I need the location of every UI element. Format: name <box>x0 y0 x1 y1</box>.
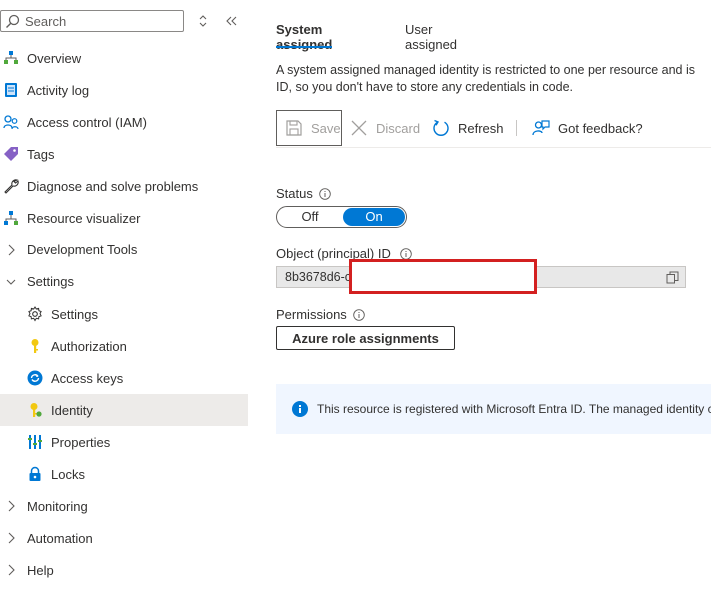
refresh-button[interactable]: Refresh <box>432 110 504 146</box>
nav-label: Development Tools <box>27 241 138 257</box>
access-control-icon <box>3 115 19 130</box>
properties-icon <box>28 435 42 449</box>
nav-label: Access control (IAM) <box>27 114 147 130</box>
description: A system assigned managed identity is re… <box>276 62 711 96</box>
close-icon <box>351 120 367 136</box>
wrench-icon <box>4 179 19 194</box>
nav-item-locks[interactable]: Locks <box>0 458 248 490</box>
nav-label: Resource visualizer <box>27 210 141 226</box>
save-icon <box>286 120 302 136</box>
status-label-row: Status <box>276 186 331 201</box>
nav-label: Settings <box>51 306 98 322</box>
nav-label: Monitoring <box>27 498 88 514</box>
refresh-label: Refresh <box>458 120 504 136</box>
discard-button[interactable]: Discard <box>350 110 420 146</box>
redaction-box <box>349 259 537 294</box>
info-icon[interactable] <box>400 247 412 260</box>
nav-group-automation[interactable]: Automation <box>0 522 248 554</box>
nav-label: Properties <box>51 434 111 450</box>
feedback-button[interactable]: Got feedback? <box>532 110 643 146</box>
nav-item-authorization[interactable]: Authorization <box>0 330 248 362</box>
key-icon <box>31 339 39 353</box>
nav-item-access-keys[interactable]: Access keys <box>0 362 248 394</box>
info-icon[interactable] <box>353 308 365 321</box>
identity-key-icon <box>30 403 42 417</box>
feedback-icon <box>532 120 550 136</box>
nav-group-monitoring[interactable]: Monitoring <box>0 490 248 522</box>
nav-group-help[interactable]: Help <box>0 554 248 586</box>
nav-label: Identity <box>51 402 93 418</box>
search-box[interactable] <box>0 10 184 32</box>
nav-label: Tags <box>27 146 55 162</box>
nav-label: Overview <box>27 50 82 66</box>
access-keys-icon <box>27 370 43 386</box>
nav-item-tags[interactable]: Tags <box>0 138 248 170</box>
nav-label: Access keys <box>51 370 124 386</box>
chevron-right-icon <box>8 244 15 256</box>
info-icon <box>292 401 308 417</box>
navigation-menu: Overview Activity log Access control (IA… <box>0 42 248 586</box>
nav-label: Locks <box>51 466 85 482</box>
nav-item-properties[interactable]: Properties <box>0 426 248 458</box>
collapse-sidebar-icon[interactable] <box>222 11 242 31</box>
identity-pane: System assigned User assigned A system a… <box>276 0 711 610</box>
collapse-expand-icon[interactable] <box>193 11 213 31</box>
status-on-option[interactable]: On <box>343 208 405 226</box>
chevron-right-icon <box>8 564 15 576</box>
azure-role-assignments-button[interactable]: Azure role assignments <box>276 326 455 350</box>
permissions-label: Permissions <box>276 307 347 322</box>
save-label: Save <box>311 120 341 136</box>
nav-label: Automation <box>27 530 93 546</box>
description-line: ID, so you don't have to store any crede… <box>276 80 574 94</box>
nav-label: Activity log <box>27 82 90 98</box>
description-line: A system assigned managed identity is re… <box>276 63 695 77</box>
lock-icon <box>29 466 41 481</box>
search-icon <box>6 14 20 28</box>
overview-icon <box>4 51 18 64</box>
nav-group-development-tools[interactable]: Development Tools <box>0 234 248 264</box>
chevron-down-icon <box>6 279 16 285</box>
chevron-right-icon <box>8 532 15 544</box>
nav-item-settings[interactable]: Settings <box>0 298 248 330</box>
nav-label: Help <box>27 562 54 578</box>
nav-item-identity[interactable]: Identity <box>0 394 248 426</box>
permissions-label-row: Permissions <box>276 307 365 322</box>
status-off-option[interactable]: Off <box>277 207 343 227</box>
tab-user-assigned[interactable]: User assigned <box>405 22 457 52</box>
save-button[interactable]: Save <box>276 110 342 146</box>
chevron-right-icon <box>8 500 15 512</box>
resource-visualizer-icon <box>4 211 18 225</box>
activity-log-icon <box>5 83 17 97</box>
search-input[interactable] <box>23 12 177 30</box>
nav-group-settings[interactable]: Settings <box>0 264 248 298</box>
object-id-value: 8b3678d6-c <box>285 270 352 284</box>
nav-item-access-control[interactable]: Access control (IAM) <box>0 106 248 138</box>
refresh-icon <box>433 119 449 136</box>
tab-system-assigned[interactable]: System assigned <box>276 22 333 52</box>
gear-icon <box>28 306 42 322</box>
nav-item-resource-visualizer[interactable]: Resource visualizer <box>0 202 248 234</box>
status-toggle[interactable]: Off On <box>276 206 407 228</box>
nav-label: Diagnose and solve problems <box>27 178 199 194</box>
feedback-label: Got feedback? <box>558 120 643 136</box>
toolbar-divider <box>516 120 517 136</box>
left-navigation: Overview Activity log Access control (IA… <box>0 0 248 610</box>
nav-label: Authorization <box>51 338 127 354</box>
nav-item-activity-log[interactable]: Activity log <box>0 74 248 106</box>
info-banner: This resource is registered with Microso… <box>276 384 711 434</box>
discard-label: Discard <box>376 120 421 136</box>
nav-label: Settings <box>27 273 74 289</box>
nav-item-overview[interactable]: Overview <box>0 42 248 74</box>
tag-icon <box>4 147 18 161</box>
copy-icon[interactable] <box>666 271 679 284</box>
nav-item-diagnose[interactable]: Diagnose and solve problems <box>0 170 248 202</box>
info-icon[interactable] <box>319 187 331 200</box>
status-label: Status <box>276 186 313 201</box>
command-bar: Save Discard Refresh Got feedback? <box>276 110 711 148</box>
info-banner-text: This resource is registered with Microso… <box>317 402 711 416</box>
